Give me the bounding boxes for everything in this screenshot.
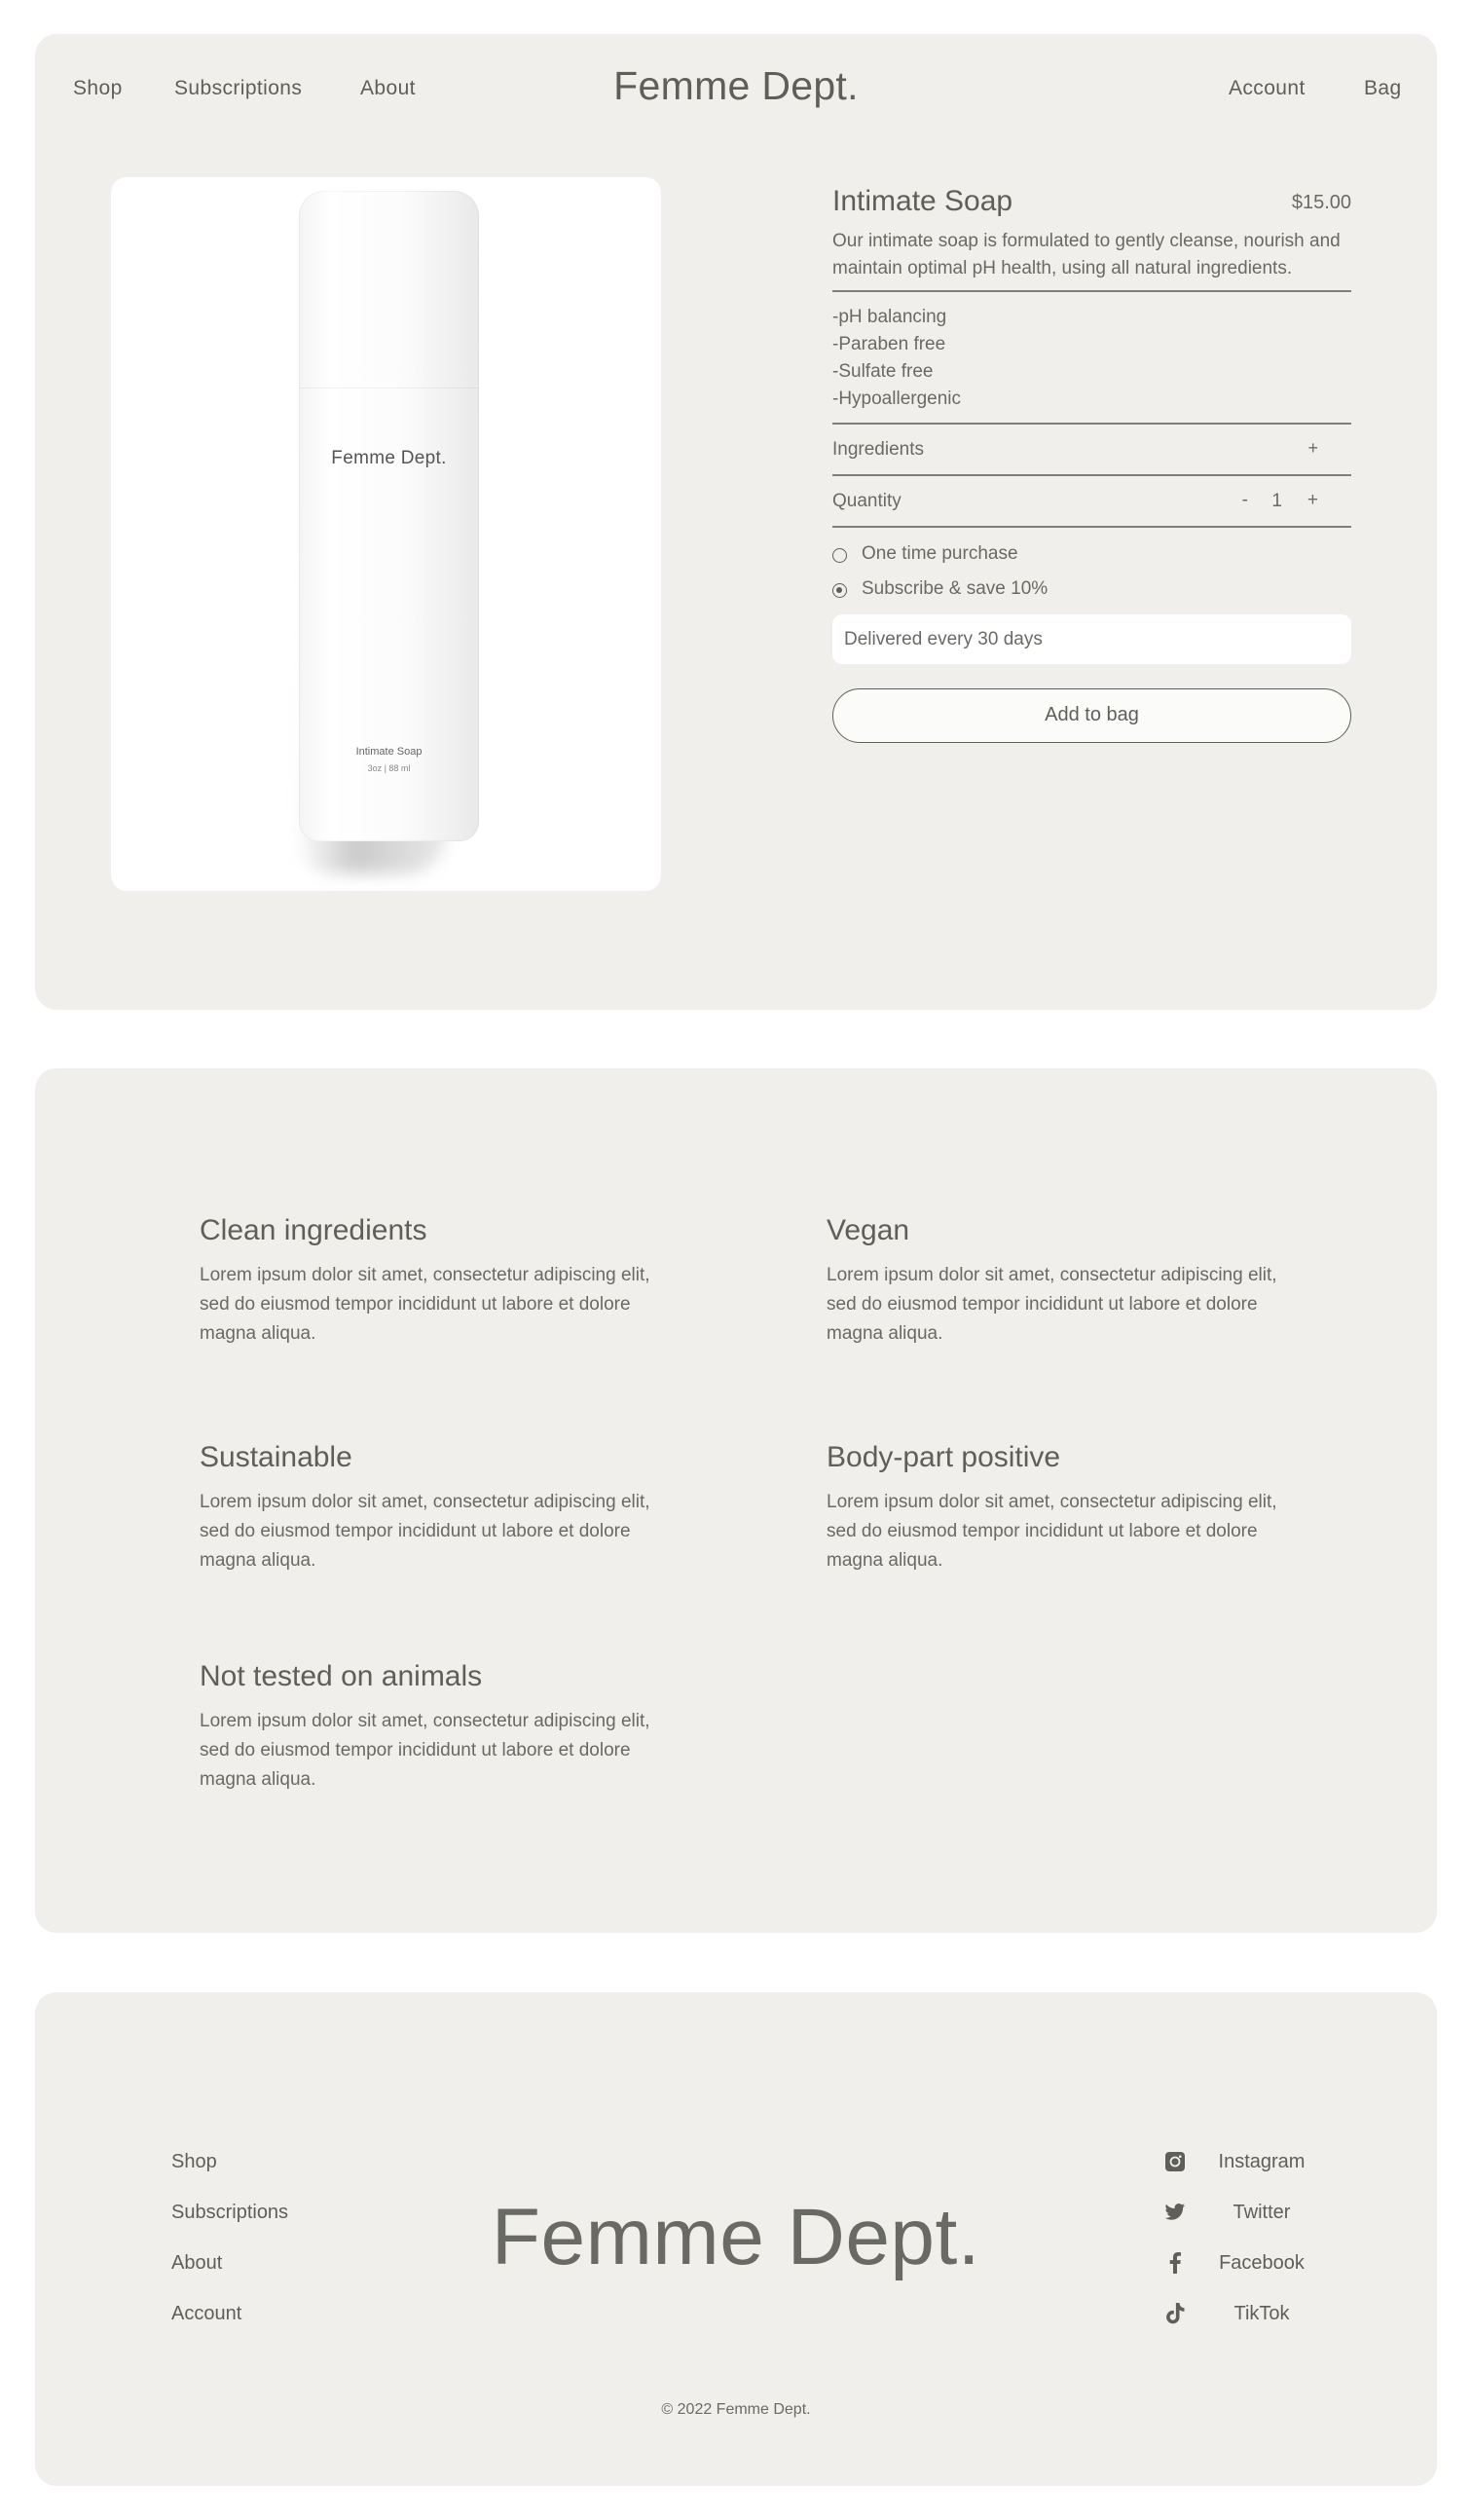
quantity-label: Quantity (832, 491, 902, 511)
feature-title: Clean ingredients (200, 1214, 427, 1246)
bottle-brand-label: Femme Dept. (331, 448, 447, 468)
social-label: Facebook (1219, 2252, 1305, 2274)
facebook-link[interactable]: Facebook (1164, 2250, 1359, 2279)
feature-bullet: -pH balancing (832, 307, 947, 327)
twitter-link[interactable]: Twitter (1164, 2200, 1359, 2229)
feature-title: Not tested on animals (200, 1660, 483, 1692)
product-description: Our intimate soap is formulated to gentl… (832, 231, 1341, 278)
subscribe-option[interactable]: Subscribe & save 10% (832, 574, 1351, 610)
quantity-value: 1 (1271, 491, 1282, 511)
quantity-increase-button[interactable]: + (1307, 490, 1318, 511)
social-label: Twitter (1233, 2202, 1291, 2223)
title-row: Intimate Soap $15.00 (832, 185, 1351, 224)
product-features-list: -pH balancing -Paraben free -Sulfate fre… (832, 292, 1351, 423)
ingredients-label: Ingredients (832, 439, 925, 460)
feature-title: Sustainable (200, 1441, 352, 1473)
feature-text: Lorem ipsum dolor sit amet, consectetur … (827, 1492, 1277, 1571)
product-price: $15.00 (1291, 192, 1351, 213)
feature-title: Body-part positive (827, 1441, 1061, 1473)
feature-block: Sustainable Lorem ipsum dolor sit amet, … (200, 1441, 667, 1575)
footer-shop-link[interactable]: Shop (171, 2151, 217, 2173)
feature-text: Lorem ipsum dolor sit amet, consectetur … (200, 1711, 650, 1790)
nav-bag-link[interactable]: Bag (1364, 77, 1402, 100)
divider (832, 290, 1351, 292)
footer: Shop Subscriptions About Account Femme D… (35, 1992, 1437, 2486)
product-info: Intimate Soap $15.00 Our intimate soap i… (832, 185, 1351, 743)
feature-block: Vegan Lorem ipsum dolor sit amet, consec… (827, 1214, 1294, 1349)
feature-text: Lorem ipsum dolor sit amet, consectetur … (827, 1265, 1277, 1344)
bottle-product-name: Intimate Soap (355, 746, 423, 758)
bottle-size: 3oz | 88 ml (367, 763, 411, 773)
radio-label: Subscribe & save 10% (862, 578, 1049, 599)
brand-logo[interactable]: Femme Dept. (35, 63, 1437, 109)
product-section: Shop Subscriptions About Femme Dept. Acc… (35, 34, 1437, 1010)
feature-text: Lorem ipsum dolor sit amet, consectetur … (200, 1492, 650, 1571)
product-image: Femme Dept. Intimate Soap 3oz | 88 ml (111, 177, 661, 891)
social-label: TikTok (1233, 2303, 1290, 2324)
tiktok-link[interactable]: TikTok (1164, 2301, 1359, 2330)
radio-button-selected[interactable] (832, 583, 847, 598)
feature-text: Lorem ipsum dolor sit amet, consectetur … (200, 1265, 650, 1344)
copyright: © 2022 Femme Dept. (661, 2401, 811, 2418)
feature-block: Not tested on animals Lorem ipsum dolor … (200, 1660, 667, 1795)
quantity-decrease-button[interactable]: - (1242, 490, 1248, 511)
radio-button[interactable] (832, 548, 847, 563)
instagram-link[interactable]: Instagram (1164, 2149, 1359, 2178)
product-bottle: Femme Dept. Intimate Soap 3oz | 88 ml (299, 191, 479, 841)
bottle-cap-line (299, 388, 479, 389)
footer-account-link[interactable]: Account (171, 2303, 241, 2325)
one-time-purchase-option[interactable]: One time purchase (832, 539, 1351, 574)
feature-title: Vegan (827, 1214, 910, 1246)
add-to-bag-button[interactable]: Add to bag (832, 688, 1351, 743)
feature-bullet: -Hypoallergenic (832, 389, 962, 409)
radio-label: One time purchase (862, 543, 1018, 564)
feature-bullet: -Paraben free (832, 334, 946, 354)
social-label: Instagram (1218, 2151, 1306, 2172)
nav-account-link[interactable]: Account (1229, 77, 1306, 100)
ingredients-accordion[interactable]: Ingredients + (832, 425, 1351, 474)
feature-block: Clean ingredients Lorem ipsum dolor sit … (200, 1214, 667, 1349)
delivery-frequency-select[interactable]: Delivered every 30 days (832, 614, 1351, 664)
ingredients-expand-button[interactable]: + (1307, 438, 1318, 459)
feature-block: Body-part positive Lorem ipsum dolor sit… (827, 1441, 1294, 1575)
quantity-stepper: Quantity - 1 + (832, 476, 1351, 526)
product-title: Intimate Soap (832, 185, 1013, 217)
features-section: Clean ingredients Lorem ipsum dolor sit … (35, 1068, 1437, 1933)
feature-bullet: -Sulfate free (832, 361, 934, 382)
divider (832, 526, 1351, 528)
